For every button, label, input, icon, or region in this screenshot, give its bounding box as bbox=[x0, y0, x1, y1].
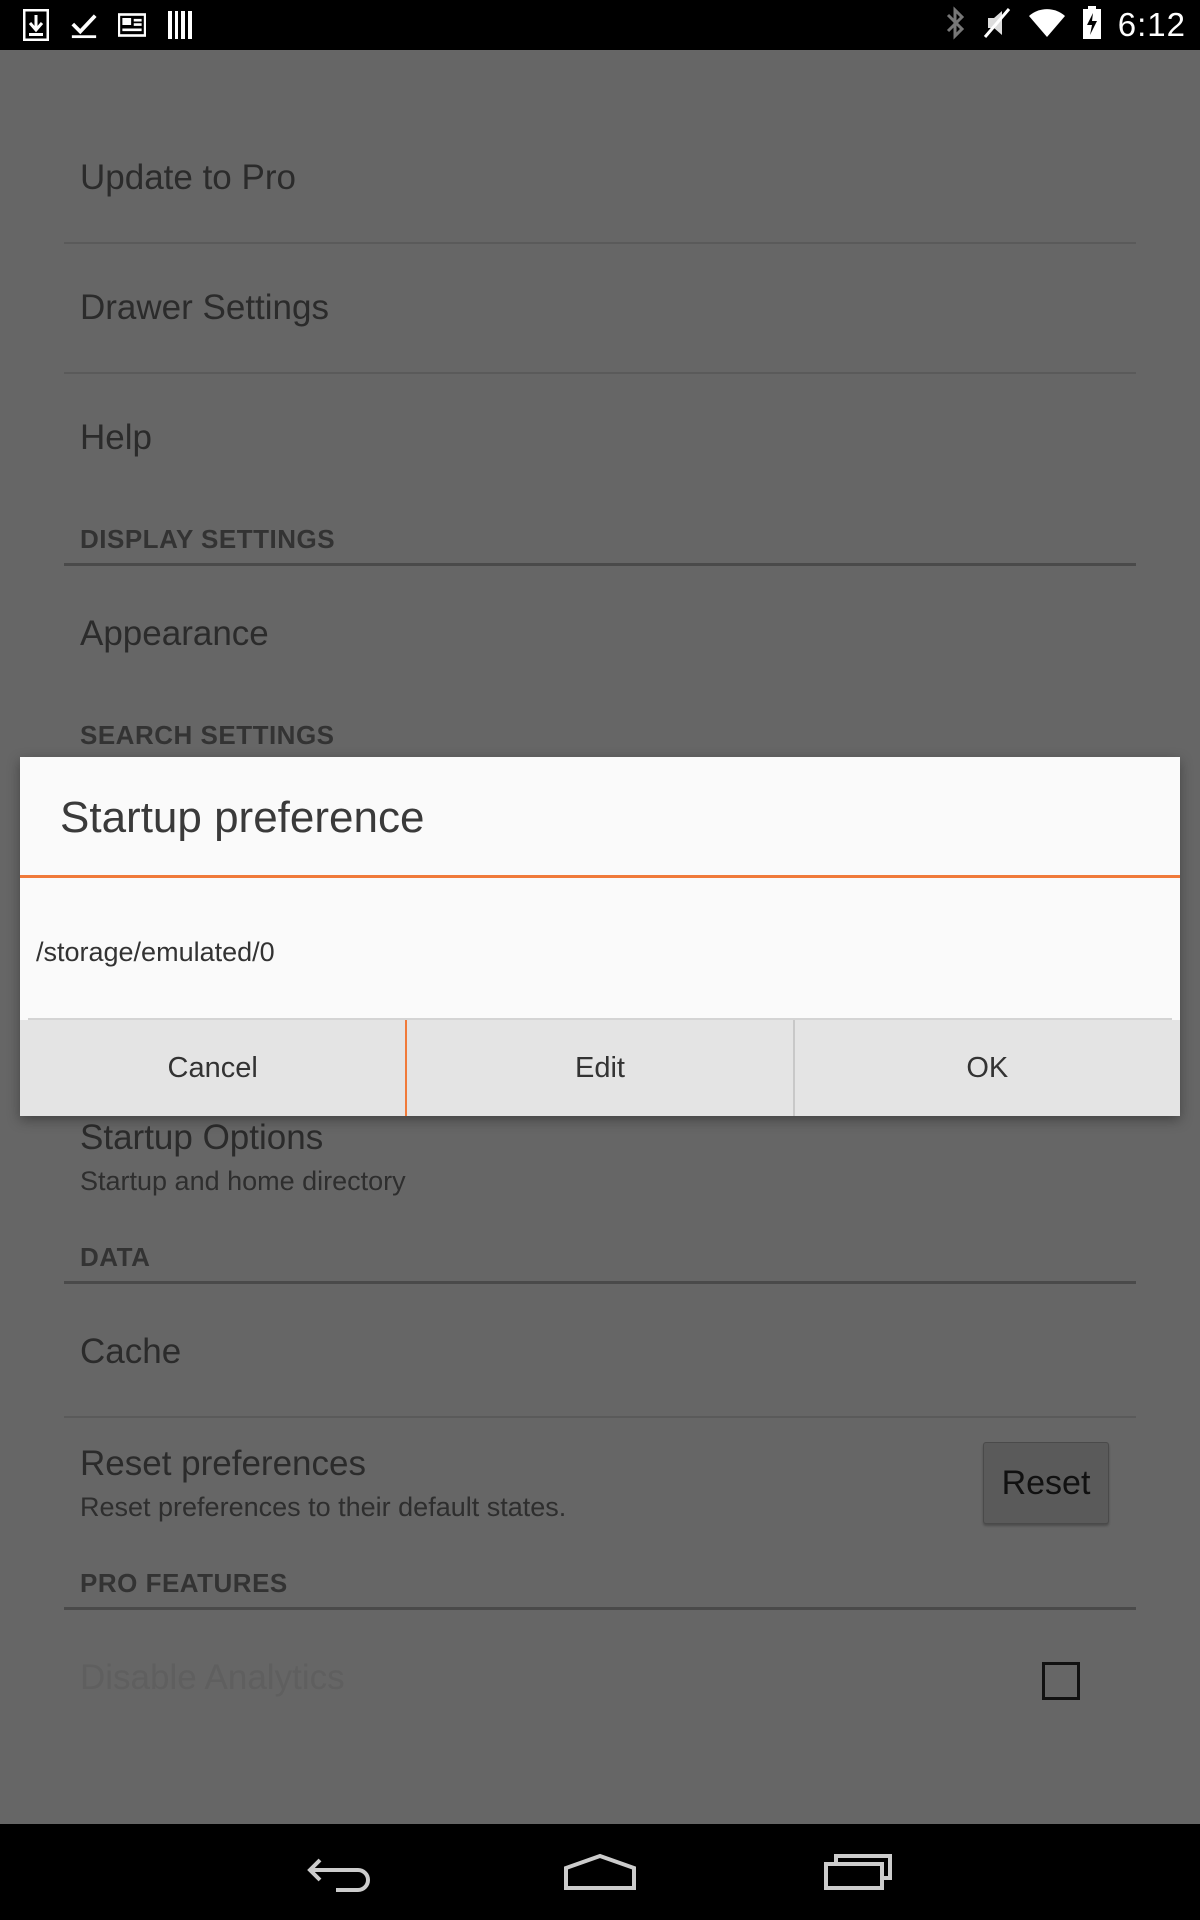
section-divider bbox=[64, 563, 1136, 566]
clock: 6:12 bbox=[1117, 6, 1186, 43]
mute-icon bbox=[982, 6, 1012, 45]
startup-preference-dialog: Startup preference /storage/emulated/0 C… bbox=[20, 757, 1180, 1116]
section-data: DATA bbox=[80, 1242, 151, 1272]
download-icon bbox=[22, 8, 50, 42]
disable-analytics-item: Disable Analytics bbox=[80, 1658, 345, 1697]
cancel-button[interactable]: Cancel bbox=[20, 1020, 408, 1116]
back-icon[interactable] bbox=[302, 1842, 382, 1902]
ok-button[interactable]: OK bbox=[794, 1020, 1180, 1116]
bluetooth-icon bbox=[944, 5, 966, 45]
news-icon bbox=[118, 8, 146, 42]
startup-options-summary: Startup and home directory bbox=[80, 1166, 406, 1196]
notification-icons bbox=[22, 8, 194, 42]
divider bbox=[64, 1416, 1136, 1418]
divider bbox=[64, 242, 1136, 244]
startup-options-item[interactable]: Startup Options bbox=[80, 1118, 323, 1158]
section-divider bbox=[64, 1281, 1136, 1284]
home-icon[interactable] bbox=[560, 1842, 640, 1902]
section-search-settings: SEARCH SETTINGS bbox=[80, 720, 335, 750]
drawer-settings-item[interactable]: Drawer Settings bbox=[80, 288, 329, 328]
section-divider bbox=[64, 1607, 1136, 1610]
navigation-bar bbox=[0, 1824, 1200, 1920]
help-item[interactable]: Help bbox=[80, 418, 152, 458]
checkmark-icon bbox=[70, 8, 98, 42]
section-display-settings: DISPLAY SETTINGS bbox=[80, 524, 336, 554]
dialog-button-bar: Cancel Edit OK bbox=[20, 1020, 1180, 1116]
update-to-pro-item[interactable]: Update to Pro bbox=[80, 158, 296, 198]
reset-preferences-item[interactable]: Reset preferences bbox=[80, 1444, 366, 1484]
wifi-icon bbox=[1028, 8, 1066, 43]
barcode-icon bbox=[166, 8, 194, 42]
divider bbox=[64, 372, 1136, 374]
section-pro-features: PRO FEATURES bbox=[80, 1568, 288, 1598]
cache-item[interactable]: Cache bbox=[80, 1332, 181, 1372]
edit-button[interactable]: Edit bbox=[407, 1020, 795, 1116]
reset-button[interactable]: Reset bbox=[983, 1442, 1109, 1524]
battery-charging-icon bbox=[1082, 5, 1102, 45]
recents-icon[interactable] bbox=[818, 1842, 898, 1902]
disable-analytics-checkbox[interactable] bbox=[1042, 1662, 1080, 1700]
system-icons: 6:12 bbox=[944, 0, 1186, 50]
dialog-title-divider bbox=[20, 875, 1180, 878]
reset-preferences-summary: Reset preferences to their default state… bbox=[80, 1492, 567, 1522]
status-bar: 6:12 bbox=[0, 0, 1200, 50]
dialog-title: Startup preference bbox=[60, 793, 425, 842]
dialog-path-text: /storage/emulated/0 bbox=[36, 937, 275, 967]
appearance-item[interactable]: Appearance bbox=[80, 614, 269, 654]
